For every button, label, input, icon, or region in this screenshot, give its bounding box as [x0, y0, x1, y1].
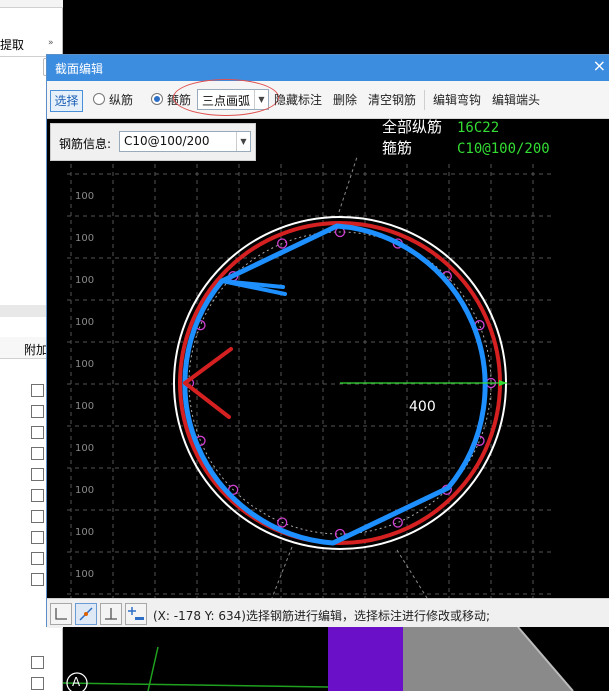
perpendicular-snap-icon[interactable]	[100, 603, 122, 625]
rebar-info-select[interactable]: C10@100/200 ▼	[119, 131, 251, 152]
grid-label: 100	[75, 191, 94, 202]
angle-snap-icon[interactable]	[75, 603, 97, 625]
row-checkbox[interactable]	[31, 531, 44, 544]
edit-end-button[interactable]: 编辑端头	[492, 91, 540, 108]
close-icon[interactable]: ×	[593, 58, 606, 74]
radius-label[interactable]: 400	[409, 399, 436, 415]
row-checkbox[interactable]	[31, 573, 44, 586]
grid-label: 100	[75, 401, 94, 412]
clear-rebar-button[interactable]: 清空钢筋	[368, 91, 416, 108]
grid-label: 100	[75, 443, 94, 454]
status-bar: (X: -178 Y: 634)选择钢筋进行编辑，选择标注进行修改或移动;	[47, 598, 609, 628]
dialog-toolbar: 选择 纵筋 箍筋 三点画弧 ▼ 隐藏标注 删除 清空钢筋 编辑弯钩 编辑端头	[47, 79, 609, 119]
left-panel-strip	[0, 0, 63, 8]
axis-label: A	[72, 675, 81, 689]
background-canvas: A	[63, 627, 609, 691]
select-button[interactable]: 选择	[50, 90, 83, 112]
row-checkbox[interactable]	[31, 405, 44, 418]
leader-line	[271, 546, 293, 598]
all-longitudinal-label[interactable]: 全部纵筋	[382, 119, 442, 136]
grid-label: 100	[75, 485, 94, 496]
stirrup-annotation-label[interactable]: 箍筋	[382, 139, 412, 157]
drawing-canvas[interactable]: 100 100 100 100 100 100 100 100 100 100	[47, 119, 609, 598]
row-checkbox[interactable]	[31, 447, 44, 460]
leader-line	[338, 156, 358, 213]
hide-annotation-button[interactable]: 隐藏标注	[274, 91, 322, 108]
leader-line	[396, 549, 428, 598]
row-checkbox[interactable]	[31, 426, 44, 439]
chevron-down-icon: ▼	[236, 132, 250, 151]
grid-label: 100	[75, 359, 94, 370]
status-text: (X: -178 Y: 634)选择钢筋进行编辑，选择标注进行修改或移动;	[153, 609, 491, 623]
toolbar-separator	[424, 90, 425, 110]
row-checkbox[interactable]	[31, 468, 44, 481]
row-checkbox[interactable]	[31, 489, 44, 502]
add-point-icon[interactable]	[125, 603, 147, 625]
row-checkbox[interactable]	[31, 656, 44, 669]
section-editor-dialog: 截面编辑 × 选择 纵筋 箍筋 三点画弧 ▼ 隐藏标注 删除 清空钢筋 编辑弯钩…	[46, 54, 609, 628]
column-header-attach: 附加	[24, 343, 49, 357]
longitudinal-radio[interactable]	[93, 93, 105, 105]
grid-label: 100	[75, 569, 94, 580]
dialog-title: 截面编辑	[55, 62, 104, 76]
rebar-info-value: C10@100/200	[124, 134, 210, 148]
rebar-info-panel: 钢筋信息: C10@100/200 ▼	[50, 123, 256, 161]
dialog-titlebar[interactable]: 截面编辑 ×	[47, 55, 609, 81]
grid	[67, 164, 552, 598]
row-checkbox[interactable]	[31, 384, 44, 397]
row-checkbox[interactable]	[31, 510, 44, 523]
red-hook[interactable]	[183, 347, 233, 385]
stirrup-annotation-value[interactable]: C10@100/200	[457, 141, 550, 157]
rebar-info-label: 钢筋信息:	[59, 137, 112, 151]
ortho-mode-icon[interactable]	[50, 603, 72, 625]
background-lines	[63, 627, 609, 691]
stirrup-radio[interactable]	[151, 93, 163, 105]
row-checkbox[interactable]	[31, 677, 44, 690]
section-drawing: 100 100 100 100 100 100 100 100 100 100	[67, 119, 552, 598]
edit-hook-button[interactable]: 编辑弯钩	[433, 91, 481, 108]
highlight-ellipse	[173, 79, 279, 116]
expand-arrows-icon[interactable]: »	[48, 38, 54, 48]
grid-label: 100	[75, 527, 94, 538]
grid-label: 100	[75, 317, 94, 328]
row-checkbox[interactable]	[31, 552, 44, 565]
extract-label[interactable]: 提取	[0, 36, 24, 53]
grid-label: 100	[75, 275, 94, 286]
longitudinal-label[interactable]: 纵筋	[109, 91, 133, 108]
all-longitudinal-value[interactable]: 16C22	[457, 120, 499, 136]
grid-label: 100	[75, 233, 94, 244]
delete-button[interactable]: 删除	[333, 91, 357, 108]
